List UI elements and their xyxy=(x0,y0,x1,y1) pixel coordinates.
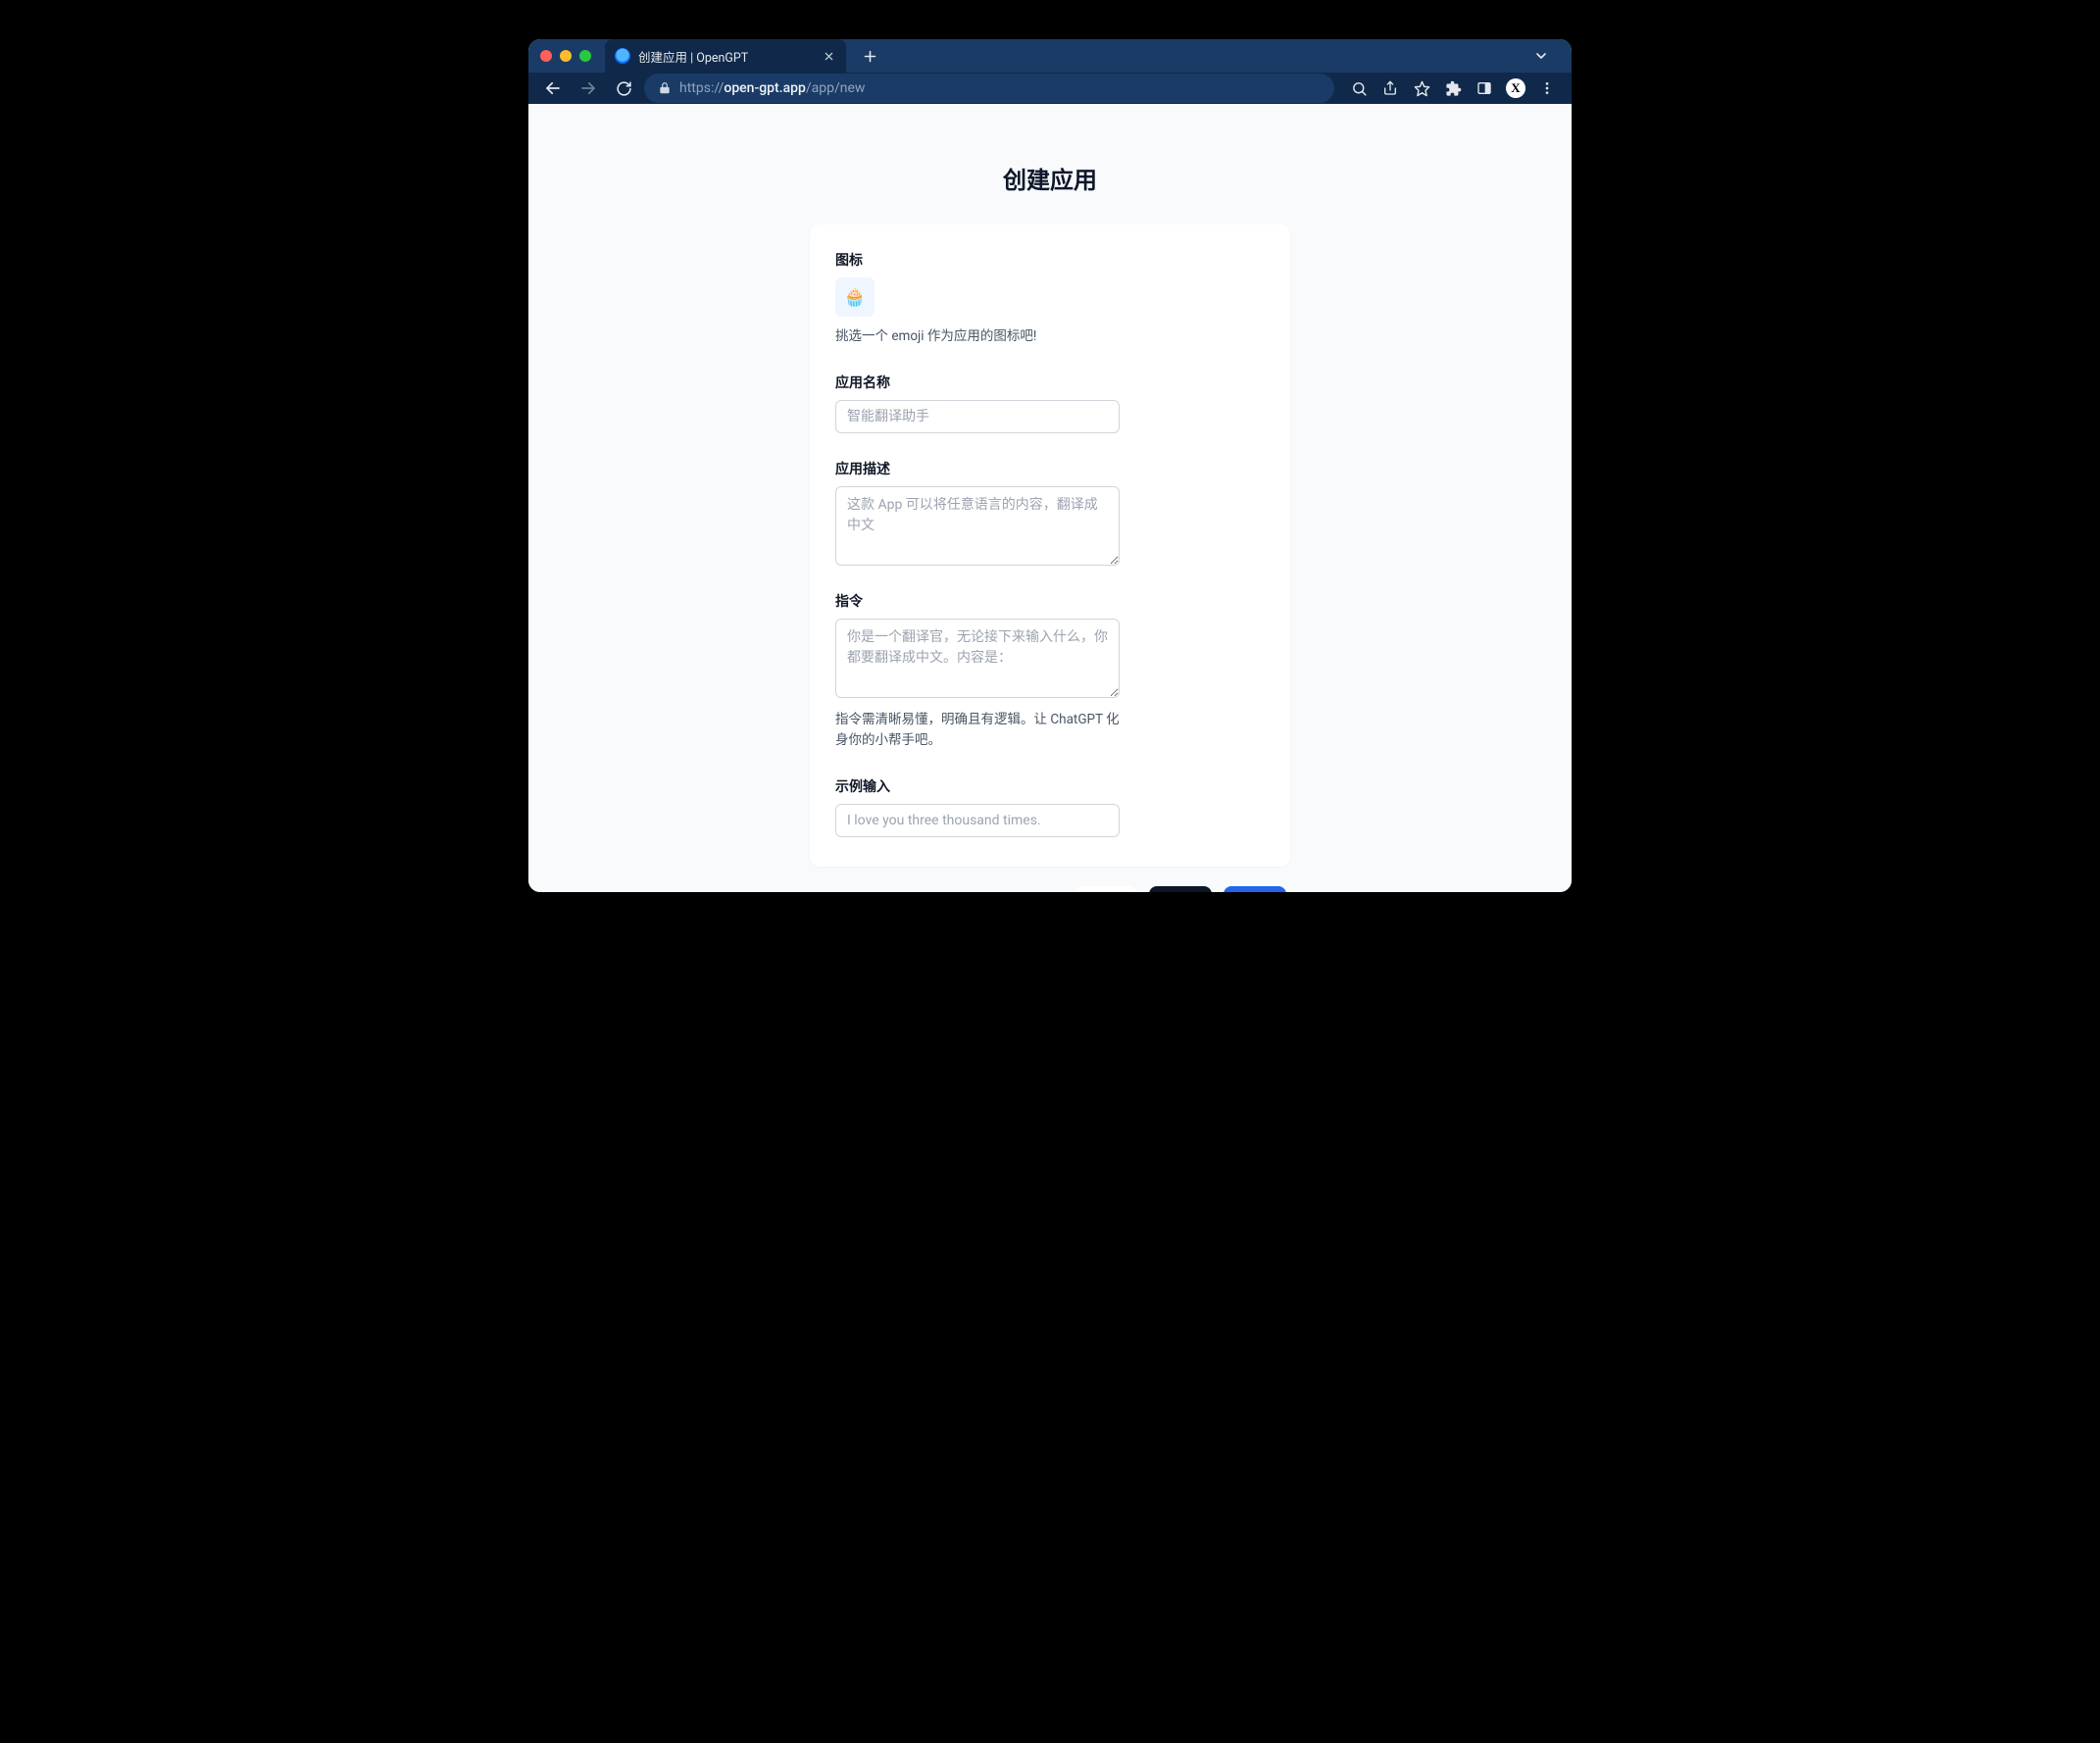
prompt-help-text: 指令需清晰易懂，明确且有逻辑。让 ChatGPT 化身你的小帮手吧。 xyxy=(835,710,1120,751)
description-label: 应用描述 xyxy=(835,459,1265,478)
page-viewport: 创建应用 图标 🧁 挑选一个 emoji 作为应用的图标吧! 应用名称 xyxy=(528,104,1572,892)
share-icon[interactable] xyxy=(1375,74,1405,103)
name-input[interactable] xyxy=(835,400,1120,433)
create-button[interactable]: 创建 xyxy=(1224,886,1286,892)
browser-toolbar: https://open-gpt.app/app/new xyxy=(528,73,1572,104)
prompt-label: 指令 xyxy=(835,591,1265,611)
lock-icon xyxy=(658,81,672,95)
extensions-icon[interactable] xyxy=(1438,74,1468,103)
field-prompt: 指令 指令需清晰易懂，明确且有逻辑。让 ChatGPT 化身你的小帮手吧。 xyxy=(835,591,1265,751)
window-maximize-button[interactable] xyxy=(579,50,591,62)
tab-close-icon[interactable] xyxy=(821,48,836,64)
example-label: 示例输入 xyxy=(835,776,1265,796)
address-bar[interactable]: https://open-gpt.app/app/new xyxy=(644,74,1334,103)
zoom-search-icon[interactable] xyxy=(1344,74,1374,103)
cancel-button[interactable]: 取消 xyxy=(1075,886,1137,892)
form-actions: 取消 测试 创建 xyxy=(810,886,1290,892)
browser-menu-icon[interactable] xyxy=(1532,74,1562,103)
bookmark-star-icon[interactable] xyxy=(1407,74,1436,103)
create-app-form: 图标 🧁 挑选一个 emoji 作为应用的图标吧! 应用名称 应用描述 xyxy=(810,224,1290,867)
browser-tabbar: 创建应用 | OpenGPT xyxy=(528,39,1572,73)
example-input[interactable] xyxy=(835,804,1120,837)
window-controls xyxy=(540,39,605,73)
page-title: 创建应用 xyxy=(677,161,1423,195)
name-label: 应用名称 xyxy=(835,373,1265,392)
browser-window: 创建应用 | OpenGPT xyxy=(528,39,1572,892)
icon-help-text: 挑选一个 emoji 作为应用的图标吧! xyxy=(835,326,1265,347)
window-minimize-button[interactable] xyxy=(560,50,572,62)
emoji-picker-button[interactable]: 🧁 xyxy=(835,277,875,317)
tab-title: 创建应用 | OpenGPT xyxy=(638,47,813,66)
browser-tab[interactable]: 创建应用 | OpenGPT xyxy=(605,39,846,73)
new-tab-button[interactable] xyxy=(856,42,883,70)
tab-favicon xyxy=(615,48,630,64)
test-button[interactable]: 测试 xyxy=(1149,886,1212,892)
profile-avatar[interactable]: X xyxy=(1501,74,1530,103)
url-text: https://open-gpt.app/app/new xyxy=(679,80,1321,96)
icon-label: 图标 xyxy=(835,250,1265,270)
sidepanel-icon[interactable] xyxy=(1470,74,1499,103)
prompt-input[interactable] xyxy=(835,619,1120,698)
selected-emoji: 🧁 xyxy=(844,287,866,308)
window-close-button[interactable] xyxy=(540,50,552,62)
field-icon: 图标 🧁 挑选一个 emoji 作为应用的图标吧! xyxy=(835,250,1265,347)
nav-back-button[interactable] xyxy=(538,74,568,103)
nav-reload-button[interactable] xyxy=(609,74,638,103)
description-input[interactable] xyxy=(835,486,1120,566)
field-description: 应用描述 xyxy=(835,459,1265,566)
nav-forward-button[interactable] xyxy=(574,74,603,103)
field-example: 示例输入 xyxy=(835,776,1265,837)
field-name: 应用名称 xyxy=(835,373,1265,433)
tabs-overflow-button[interactable] xyxy=(1526,41,1556,71)
